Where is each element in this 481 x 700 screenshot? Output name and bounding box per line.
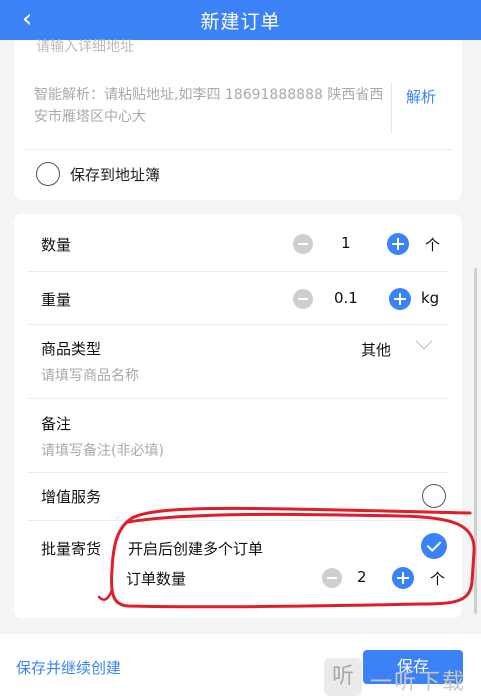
- divider: [391, 82, 392, 134]
- divider: [28, 520, 448, 521]
- bulk-toggle-check-icon[interactable]: [421, 533, 447, 559]
- category-name-input[interactable]: 请填写商品名称: [41, 365, 139, 385]
- bulk-label: 批量寄货: [41, 540, 102, 558]
- order-count-plus-button[interactable]: [392, 567, 414, 589]
- save-to-book-radio[interactable]: [36, 162, 60, 186]
- order-count-value[interactable]: 2: [357, 568, 367, 586]
- chevron-down-icon[interactable]: [415, 332, 433, 350]
- category-label: 商品类型: [41, 340, 102, 358]
- weight-unit: kg: [421, 289, 440, 307]
- nav-header: ‹ 新建订单: [0, 0, 481, 40]
- smart-parse-input[interactable]: 智能解析：请粘贴地址,如李四 18691888888 陕西省西安市雁塔区中心大: [34, 84, 389, 128]
- remark-input[interactable]: 请填写备注(非必填): [41, 440, 164, 460]
- quantity-plus-button[interactable]: [387, 233, 409, 255]
- watermark-text: 一听下载: [370, 670, 467, 695]
- address-card: 请输入详细地址 智能解析：请粘贴地址,如李四 18691888888 陕西省西安…: [14, 39, 462, 200]
- category-value[interactable]: 其他: [361, 339, 391, 360]
- weight-value[interactable]: 0.1: [334, 289, 358, 307]
- quantity-value[interactable]: 1: [341, 234, 351, 252]
- value-added-toggle[interactable]: [422, 484, 446, 508]
- divider: [28, 271, 448, 272]
- remark-label: 备注: [41, 415, 72, 433]
- weight-plus-button[interactable]: [389, 288, 411, 310]
- divider: [24, 149, 452, 150]
- weight-label: 重量: [41, 291, 72, 309]
- address-input-placeholder[interactable]: 请输入详细地址: [36, 36, 134, 56]
- watermark-logo-icon: 听: [324, 658, 362, 696]
- bulk-hint: 开启后创建多个订单: [128, 540, 264, 558]
- save-and-continue-button[interactable]: 保存并继续创建: [16, 657, 121, 678]
- parse-button[interactable]: 解析: [406, 86, 436, 107]
- order-count-minus-button[interactable]: [322, 568, 342, 588]
- save-to-book-label[interactable]: 保存到地址簿: [70, 164, 160, 185]
- quantity-unit: 个: [425, 236, 441, 254]
- scrollbar[interactable]: [474, 268, 477, 614]
- quantity-label: 数量: [41, 236, 72, 254]
- page-title: 新建订单: [200, 11, 281, 33]
- quantity-minus-button[interactable]: [293, 234, 313, 254]
- goods-card: 数量 1 个 重量 0.1 kg 商品类型 其他 请填写商品名称 备注 请填写备…: [14, 214, 462, 618]
- weight-minus-button[interactable]: [293, 289, 313, 309]
- divider: [28, 398, 448, 399]
- value-added-label: 增值服务: [41, 488, 102, 506]
- divider: [28, 472, 448, 473]
- order-count-unit: 个: [430, 570, 446, 588]
- watermark: 听 一听下载: [324, 658, 474, 698]
- order-count-label: 订单数量: [126, 570, 187, 588]
- divider: [28, 324, 448, 325]
